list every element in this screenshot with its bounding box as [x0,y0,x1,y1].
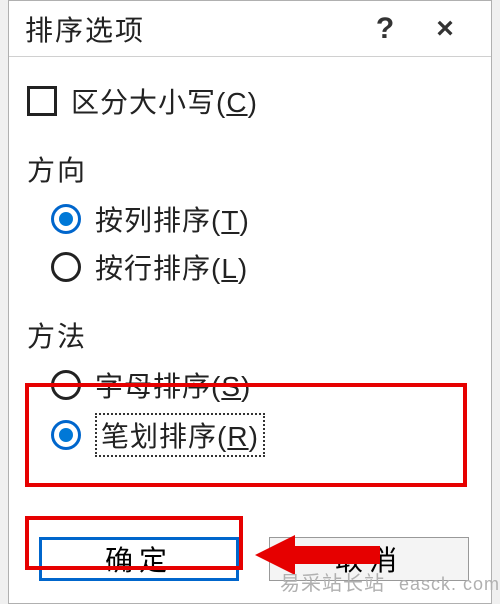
sort-by-column-radio[interactable]: 按列排序(T) [51,199,473,239]
sort-options-dialog: 排序选项 ? × 区分大小写(C) 方向 按列排序(T) 按行排序(L) 方法 … [8,0,492,604]
radio-icon [51,252,81,282]
case-sensitive-checkbox[interactable] [27,86,57,116]
stroke-sort-label: 笔划排序(R) [95,413,265,457]
radio-icon [51,420,81,450]
sort-by-column-label: 按列排序(T) [95,199,250,239]
titlebar: 排序选项 ? × [9,1,491,57]
watermark: 易采站长站 easck. com [280,567,500,596]
stroke-sort-radio[interactable]: 笔划排序(R) [51,413,473,457]
method-section-title: 方法 [27,315,473,355]
sort-by-row-label: 按行排序(L) [95,247,248,287]
radio-icon [51,370,81,400]
close-button[interactable]: × [415,12,475,46]
radio-icon [51,204,81,234]
alpha-sort-label: 字母排序(S) [95,365,251,405]
dialog-title: 排序选项 [25,9,355,49]
direction-section-title: 方向 [27,149,473,189]
sort-by-row-radio[interactable]: 按行排序(L) [51,247,473,287]
ok-button[interactable]: 确定 [39,537,239,581]
case-sensitive-label: 区分大小写(C) [71,81,258,121]
dialog-content: 区分大小写(C) 方向 按列排序(T) 按行排序(L) 方法 字母排序(S) 笔… [9,57,491,457]
watermark-cn: 易采站长站 [280,573,385,595]
watermark-en: easck. com [399,574,500,594]
alpha-sort-radio[interactable]: 字母排序(S) [51,365,473,405]
case-sensitive-row[interactable]: 区分大小写(C) [27,81,473,121]
help-button[interactable]: ? [355,12,415,46]
